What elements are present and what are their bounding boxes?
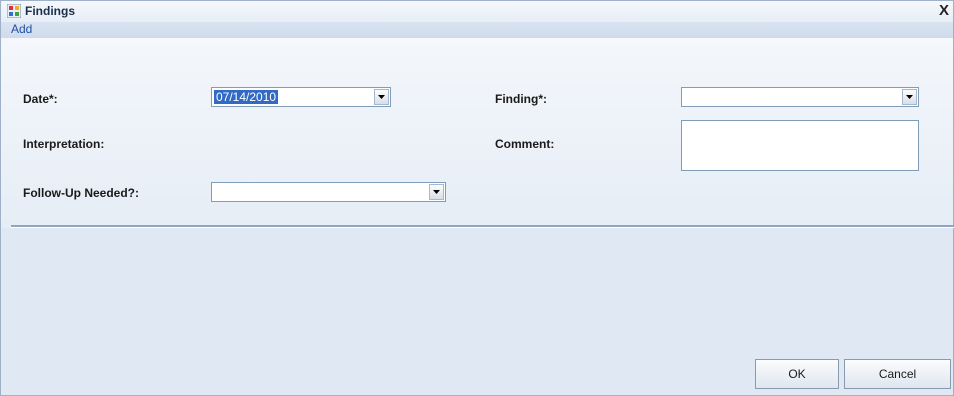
chevron-down-icon bbox=[906, 95, 913, 99]
finding-select[interactable] bbox=[681, 87, 919, 107]
comment-field[interactable] bbox=[681, 120, 919, 171]
follow-up-select[interactable] bbox=[211, 182, 446, 202]
mode-bar: Add bbox=[1, 22, 953, 38]
chevron-down-icon bbox=[378, 95, 385, 99]
interpretation-label: Interpretation: bbox=[23, 137, 105, 151]
date-dropdown-button[interactable] bbox=[374, 89, 389, 105]
window-title: Findings bbox=[25, 4, 75, 18]
title-bar: Findings X bbox=[1, 1, 953, 22]
date-picker[interactable]: 07/14/2010 bbox=[211, 87, 391, 107]
date-label: Date*: bbox=[23, 92, 58, 106]
ok-button[interactable]: OK bbox=[755, 359, 839, 389]
findings-dialog: Findings X Add Date*: 07/14/2010 Interpr… bbox=[0, 0, 954, 396]
cancel-button[interactable]: Cancel bbox=[844, 359, 951, 389]
finding-label: Finding*: bbox=[495, 92, 547, 106]
finding-dropdown-button[interactable] bbox=[902, 89, 917, 105]
mode-label: Add bbox=[11, 22, 33, 36]
date-value[interactable]: 07/14/2010 bbox=[214, 90, 279, 104]
close-icon[interactable]: X bbox=[939, 2, 949, 19]
follow-up-label: Follow-Up Needed?: bbox=[23, 186, 139, 200]
app-icon bbox=[7, 4, 21, 18]
divider bbox=[11, 225, 954, 228]
comment-label: Comment: bbox=[495, 137, 555, 151]
chevron-down-icon bbox=[433, 190, 440, 194]
follow-up-dropdown-button[interactable] bbox=[429, 184, 444, 200]
